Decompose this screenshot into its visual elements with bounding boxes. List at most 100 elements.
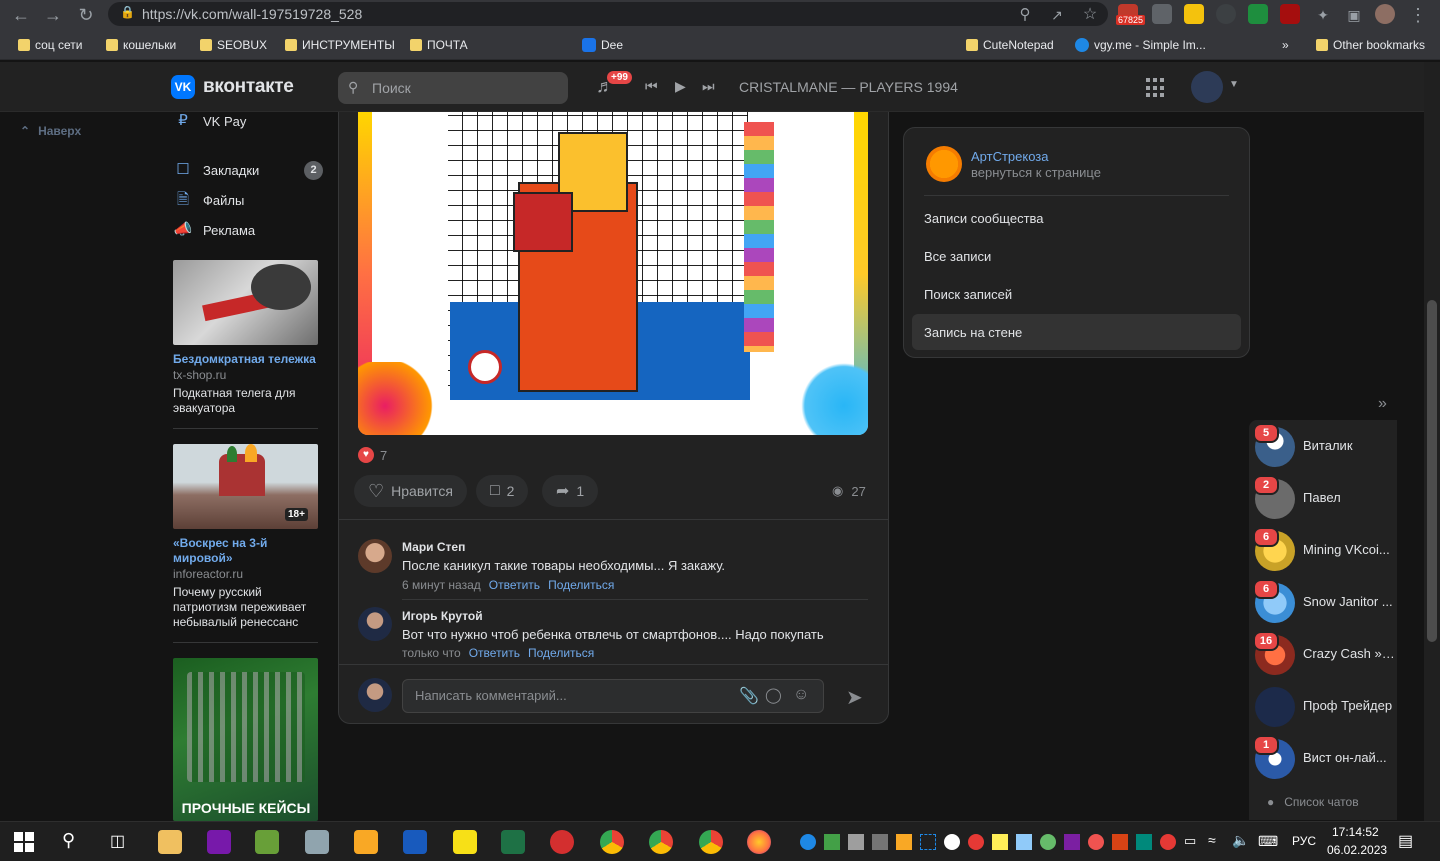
bookmark-folder[interactable]: соц сети (18, 37, 83, 53)
reply-link[interactable]: Ответить (489, 578, 540, 592)
sidepanel-icon[interactable]: ▣ (1343, 4, 1365, 26)
sticky-notes-icon[interactable] (453, 830, 477, 854)
tray-icon[interactable] (824, 834, 840, 850)
ad-image-cathedral[interactable]: 18+ (173, 444, 318, 529)
forward-icon[interactable]: → (42, 4, 64, 26)
share-icon[interactable]: ↗ (1046, 4, 1068, 26)
chrome-app-icon[interactable] (649, 830, 673, 854)
ad-domain[interactable]: tx-shop.ru (173, 368, 226, 382)
chat-item[interactable]: Проф Трейдер (1255, 685, 1395, 729)
play-icon[interactable]: ▶ (675, 78, 686, 95)
onenote-app-icon[interactable] (207, 830, 231, 854)
tray-icon[interactable] (1160, 834, 1176, 850)
task-view-icon[interactable]: ◫ (110, 831, 125, 851)
clock-date[interactable]: 06.02.2023 (1327, 843, 1387, 857)
tray-icon[interactable] (944, 834, 960, 850)
shield-extension-icon[interactable] (1152, 4, 1172, 24)
chat-item[interactable]: 6 Snow Janitor ... (1253, 579, 1395, 625)
vk-logo-icon[interactable]: VK (171, 75, 195, 99)
share-link[interactable]: Поделиться (548, 578, 614, 592)
now-playing-track[interactable]: CRISTALMANE — PLAYERS 1994 (739, 79, 958, 95)
leftnav-bookmarks[interactable]: ☐ Закладки (173, 160, 259, 180)
tray-icon[interactable] (848, 834, 864, 850)
chrome-app-icon[interactable] (699, 830, 723, 854)
reply-link[interactable]: Ответить (469, 646, 520, 660)
puzzle-icon[interactable]: ✦ (1312, 4, 1334, 26)
avatar[interactable] (358, 607, 392, 641)
chrome-app-icon[interactable] (600, 830, 624, 854)
ad-title[interactable]: Бездомкратная тележка (173, 352, 323, 367)
tray-icon[interactable] (1136, 834, 1152, 850)
post-image[interactable] (358, 112, 868, 435)
comment-author[interactable]: Игорь Крутой (402, 609, 483, 623)
user-avatar[interactable] (1191, 71, 1223, 103)
bookmark-folder[interactable]: SEOBUX (200, 37, 267, 53)
tray-icon[interactable] (1088, 834, 1104, 850)
menu-search-posts[interactable]: Поиск записей (924, 287, 1012, 302)
clock-time[interactable]: 17:14:52 (1332, 825, 1379, 839)
tray-icon[interactable] (992, 834, 1008, 850)
notifications-icon[interactable]: ▤ (1398, 831, 1413, 851)
tray-icon[interactable] (920, 834, 936, 850)
bookmark-folder[interactable]: ПОЧТА (410, 37, 468, 53)
group-avatar[interactable] (926, 146, 962, 182)
chat-item[interactable]: 16 Crazy Cash » ... (1253, 631, 1395, 677)
menu-kebab-icon[interactable]: ⋮ (1407, 4, 1429, 26)
ad-text[interactable]: Подкатная телега для эвакуатора (173, 386, 323, 416)
leftnav-ads[interactable]: 📣 Реклама (173, 220, 256, 240)
emoji-icon[interactable]: ☺ (793, 686, 809, 704)
ad-domain[interactable]: inforeactor.ru (173, 567, 243, 581)
scrollbar-thumb[interactable] (1427, 300, 1437, 642)
tray-icon[interactable] (872, 834, 888, 850)
notepad-app-icon[interactable] (255, 830, 279, 854)
comment-button[interactable]: □ 2 (476, 475, 529, 507)
chat-item[interactable]: 5 Виталик (1253, 423, 1395, 469)
prev-track-icon[interactable]: ⏮ (645, 78, 658, 95)
share-button[interactable]: ➦ 1 (542, 475, 599, 507)
camera-icon[interactable]: ◯ (765, 686, 782, 704)
tray-icon[interactable] (1112, 834, 1128, 850)
share-link[interactable]: Поделиться (528, 646, 594, 660)
file-explorer-icon[interactable] (354, 830, 378, 854)
comment-input[interactable]: Написать комментарий... 📎 ◯ ☺ (402, 679, 824, 713)
bookmark-folder[interactable]: кошельки (106, 37, 176, 53)
address-bar[interactable]: 🔒 https://vk.com/wall-197519728_528 (108, 2, 1108, 26)
search-icon[interactable]: ⚲ (62, 830, 75, 851)
firefox-app-icon[interactable] (747, 830, 771, 854)
reload-icon[interactable]: ↻ (75, 4, 97, 26)
ad-image-toolcase[interactable]: ПРОЧНЫЕ КЕЙСЫ (173, 658, 318, 821)
paperclip-icon[interactable]: 📎 (739, 686, 759, 706)
chat-item[interactable]: 1 Вист он-лай... (1253, 735, 1395, 781)
profile-avatar-icon[interactable] (1375, 4, 1395, 24)
reactions-count[interactable]: 7 (380, 448, 387, 463)
collapse-chats-icon[interactable]: » (1378, 395, 1387, 413)
ad-title[interactable]: «Воскрес на 3-й мировой» (173, 536, 323, 566)
bookmark-vgy[interactable]: vgy.me - Simple Im... (1075, 37, 1206, 53)
tray-icon[interactable] (968, 834, 984, 850)
chevron-down-icon[interactable]: ▼ (1229, 79, 1239, 90)
language-indicator[interactable]: РУС (1292, 834, 1316, 848)
vk-logo-text[interactable]: вконтакте (203, 76, 294, 98)
wifi-icon[interactable]: ≈ (1208, 832, 1216, 848)
bookmark-folder[interactable]: ИНСТРУМЕНТЫ (285, 37, 395, 53)
h-extension-icon[interactable] (1280, 4, 1300, 24)
tray-icon[interactable] (1016, 834, 1032, 850)
menu-community-posts[interactable]: Записи сообщества (924, 211, 1044, 226)
leftnav-vkpay[interactable]: ₽ VK Pay (173, 111, 246, 131)
back-icon[interactable]: ← (10, 4, 32, 26)
ad-image-dolly[interactable] (173, 260, 318, 345)
leftnav-files[interactable]: 🗎 Файлы (173, 190, 244, 210)
star-icon[interactable]: ☆ (1079, 4, 1101, 26)
excel-app-icon[interactable] (501, 830, 525, 854)
menu-wall-post-active[interactable]: Запись на стене (912, 314, 1241, 350)
tray-icon[interactable] (1064, 834, 1080, 850)
tray-icon[interactable] (800, 834, 816, 850)
ad-text[interactable]: Почему русский патриотизм переживает неб… (173, 585, 323, 630)
speaker-icon[interactable]: 🔈 (1232, 832, 1249, 849)
bookmark-dee[interactable]: Dee (582, 37, 623, 53)
back-to-group-link[interactable]: вернуться к странице (971, 165, 1101, 180)
app-icon[interactable] (305, 830, 329, 854)
zoom-icon[interactable]: ⚲ (1014, 4, 1036, 26)
search-input[interactable]: ⚲ Поиск (338, 72, 568, 104)
next-track-icon[interactable]: ⏭ (702, 78, 715, 95)
